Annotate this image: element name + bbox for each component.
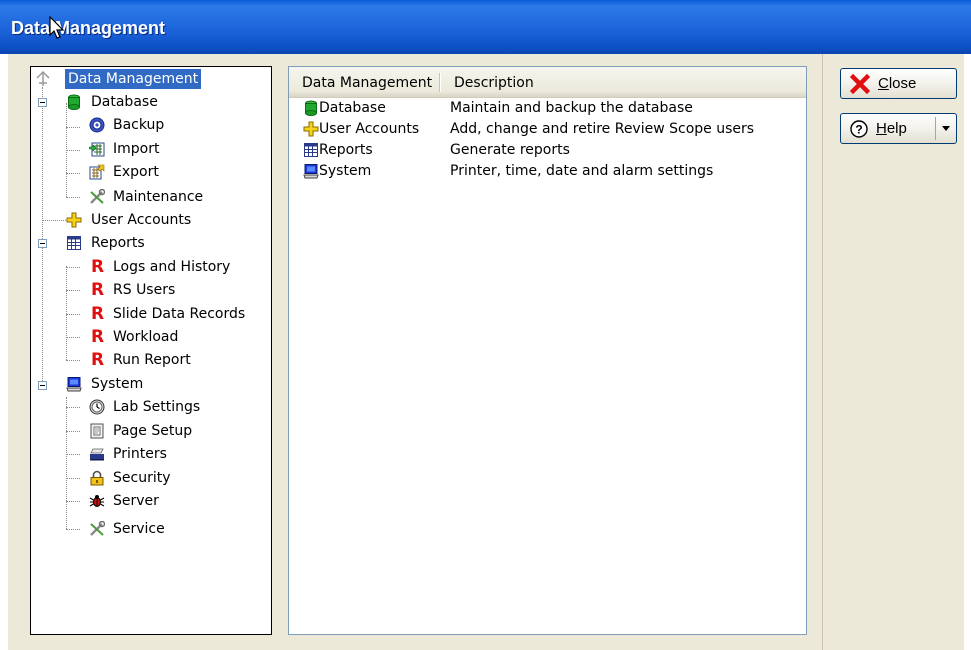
- clock-icon: [89, 399, 105, 415]
- tree-item-server[interactable]: Server: [89, 491, 259, 511]
- mouse-cursor-icon: [49, 16, 65, 39]
- tools-icon: [90, 521, 105, 536]
- tree-item-label: Export: [113, 164, 159, 180]
- help-icon: ?: [850, 120, 868, 138]
- system-icon: [303, 164, 319, 179]
- tree-item-label: Logs and History: [113, 259, 231, 275]
- tree-item-backup[interactable]: Backup: [89, 115, 259, 135]
- row-description: Printer, time, date and alarm settings: [450, 163, 714, 179]
- export-icon: [89, 164, 105, 180]
- tree-item-label: Printers: [113, 446, 167, 462]
- close-icon: [850, 74, 870, 94]
- tree-item-label: Backup: [113, 117, 165, 133]
- lock-icon: [90, 470, 104, 486]
- tree-item-label: User Accounts: [91, 212, 192, 228]
- tree-item-run-report[interactable]: R Run Report: [89, 350, 259, 370]
- close-button-label: Close: [878, 75, 917, 92]
- svg-text:?: ?: [855, 123, 862, 137]
- database-icon: [305, 100, 317, 116]
- navigation-tree[interactable]: Data Management Database Backup Import E…: [30, 66, 272, 635]
- row-description: Maintain and backup the database: [450, 100, 693, 116]
- expander-system[interactable]: [38, 381, 47, 390]
- report-r-icon: R: [91, 280, 105, 300]
- import-icon: [89, 142, 105, 157]
- list-row-user-accounts[interactable]: User Accounts Add, change and retire Rev…: [289, 119, 806, 139]
- tree-item-label: Reports: [91, 235, 145, 251]
- row-name: Database: [319, 100, 386, 116]
- row-name: System: [319, 163, 372, 179]
- tree-item-lab-settings[interactable]: Lab Settings: [89, 397, 259, 417]
- tree-item-system[interactable]: System: [66, 374, 266, 394]
- help-split-divider: [935, 117, 936, 140]
- column-header-description[interactable]: Description: [454, 67, 534, 97]
- report-r-icon: R: [91, 327, 105, 347]
- tree-item-slide-data-records[interactable]: R Slide Data Records: [89, 304, 269, 324]
- tree-item-user-accounts[interactable]: User Accounts: [66, 210, 266, 230]
- tree-item-rs-users[interactable]: R RS Users: [89, 280, 259, 300]
- row-description: Generate reports: [450, 142, 570, 158]
- data-management-root-icon: [36, 71, 50, 86]
- printer-icon: [90, 448, 104, 461]
- help-button-label: Help: [876, 120, 907, 137]
- report-r-icon: R: [91, 304, 105, 324]
- reports-icon: [304, 143, 318, 157]
- tree-item-label: Database: [91, 94, 158, 110]
- title-bar[interactable]: Data Management: [0, 0, 971, 54]
- bug-icon: [89, 495, 105, 507]
- tree-item-label: System: [91, 376, 144, 392]
- tree-item-label: Security: [113, 470, 171, 486]
- list-header: Data Management Description: [289, 67, 806, 98]
- list-row-reports[interactable]: Reports Generate reports: [289, 140, 806, 160]
- tree-item-security[interactable]: Security: [89, 468, 259, 488]
- window-title: Data Management: [11, 18, 166, 38]
- row-name: Reports: [319, 142, 373, 158]
- tree-item-service[interactable]: Service: [89, 519, 259, 539]
- tree-item-import[interactable]: Import: [89, 139, 259, 159]
- list-row-system[interactable]: System Printer, time, date and alarm set…: [289, 161, 806, 181]
- help-button[interactable]: ? Help: [840, 113, 957, 144]
- tree-item-label: Server: [113, 493, 159, 509]
- tree-item-label: Service: [113, 521, 165, 537]
- tree-item-page-setup[interactable]: Page Setup: [89, 421, 259, 441]
- report-r-icon: R: [91, 257, 105, 277]
- tree-item-label: Page Setup: [113, 423, 193, 439]
- tree-item-database[interactable]: Database: [66, 92, 266, 112]
- user-accounts-icon: [66, 212, 82, 228]
- reports-icon: [67, 236, 81, 250]
- list-row-database[interactable]: Database Maintain and backup the databas…: [289, 98, 806, 118]
- tree-item-export[interactable]: Export: [89, 162, 259, 182]
- tree-item-printers[interactable]: Printers: [89, 444, 259, 464]
- close-button[interactable]: Close: [840, 68, 957, 99]
- report-r-icon: R: [91, 350, 105, 370]
- tree-item-label: Maintenance: [113, 189, 204, 205]
- tree-item-label: Workload: [113, 329, 179, 345]
- tree-item-maintenance[interactable]: Maintenance: [89, 187, 259, 207]
- page-setup-icon: [90, 423, 104, 439]
- column-separator[interactable]: [439, 73, 440, 92]
- tree-item-label: Data Management: [65, 69, 202, 89]
- chevron-down-icon[interactable]: [941, 125, 951, 133]
- tree-item-label: Slide Data Records: [113, 306, 246, 322]
- tree-item-label: RS Users: [113, 282, 176, 298]
- column-header-data-management[interactable]: Data Management: [302, 67, 432, 97]
- tree-item-label: Run Report: [113, 352, 191, 368]
- expander-reports[interactable]: [38, 239, 47, 248]
- row-name: User Accounts: [319, 121, 420, 137]
- system-icon: [66, 377, 82, 392]
- row-description: Add, change and retire Review Scope user…: [450, 121, 755, 137]
- tree-item-label: Import: [113, 141, 160, 157]
- maintenance-icon: [90, 189, 105, 204]
- tree-item-logs-and-history[interactable]: R Logs and History: [89, 257, 259, 277]
- backup-icon: [89, 117, 105, 133]
- expander-database[interactable]: [38, 98, 47, 107]
- tree-item-reports[interactable]: Reports: [66, 233, 266, 253]
- details-list[interactable]: Data Management Description Database Mai…: [288, 66, 807, 635]
- user-accounts-icon: [303, 121, 319, 137]
- database-icon: [68, 94, 80, 110]
- tree-item-data-management[interactable]: Data Management: [35, 69, 265, 89]
- tree-item-workload[interactable]: R Workload: [89, 327, 259, 347]
- tree-item-label: Lab Settings: [113, 399, 201, 415]
